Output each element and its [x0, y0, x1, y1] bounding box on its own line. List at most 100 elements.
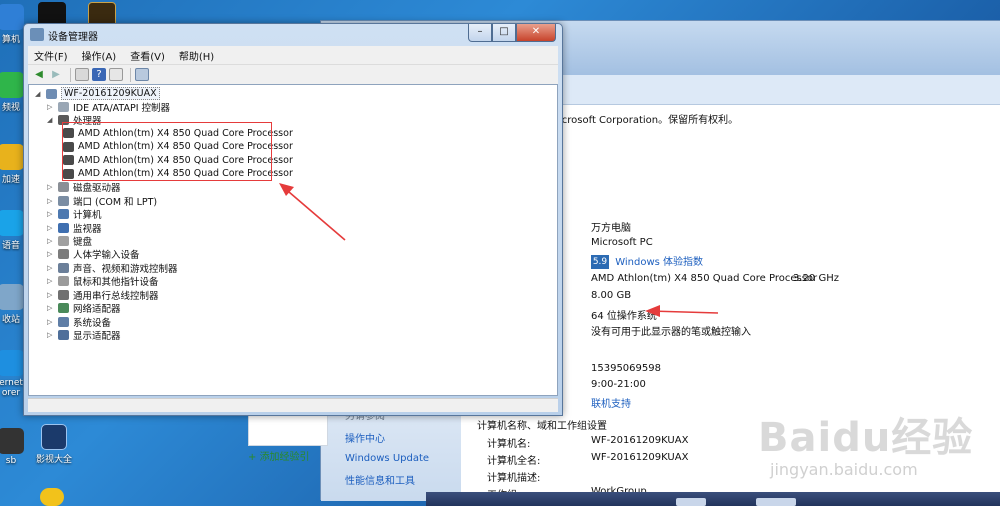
- expand-toggle[interactable]: ▷: [47, 103, 55, 111]
- rating-badge: 5.9: [591, 255, 609, 269]
- desktop-icon-label: 算机: [1, 35, 20, 45]
- tree-category-item[interactable]: ▷ 人体学输入设备: [47, 248, 140, 261]
- back-icon[interactable]: ◀: [32, 68, 46, 81]
- menu-view[interactable]: 查看(V): [130, 48, 165, 63]
- tree-category-item[interactable]: ▷ 计算机: [47, 208, 102, 221]
- app-icon[interactable]: [40, 488, 64, 506]
- computer-name-value: WF-20161209KUAX: [591, 435, 689, 446]
- mouse-icon: [58, 276, 69, 287]
- add-experience-link[interactable]: + 添加经验引: [248, 448, 310, 463]
- device-manager-icon: [30, 28, 44, 41]
- tree-category-item[interactable]: ▷ 监视器: [47, 221, 102, 235]
- tree-item-label: 声音、视频和游戏控制器: [73, 263, 178, 275]
- desktop-icon-label: 加速: [1, 175, 20, 185]
- title-bar[interactable]: 设备管理器 – □ ✕: [24, 24, 562, 46]
- expand-toggle[interactable]: ▷: [47, 304, 55, 312]
- taskbar-button[interactable]: [676, 498, 706, 506]
- desktop-icon[interactable]: sb: [0, 428, 28, 466]
- tree-category-item[interactable]: ▷ 鼠标和其他指针设备: [47, 275, 159, 288]
- tree-root[interactable]: ◢ WF-20161209KUAX: [35, 87, 160, 100]
- minimize-button[interactable]: –: [468, 24, 492, 42]
- tree-item-label: 显示适配器: [73, 331, 121, 343]
- processor-speed: 3.20 GHz: [793, 273, 839, 284]
- experience-index-link[interactable]: Windows 体验指数: [615, 257, 703, 268]
- tree-item-label: 键盘: [73, 237, 93, 248]
- desktop-app-icon: [0, 350, 24, 376]
- expand-toggle[interactable]: ▷: [47, 264, 55, 272]
- expand-toggle[interactable]: ▷: [47, 237, 55, 245]
- action-center-link[interactable]: 操作中心: [345, 430, 437, 445]
- tree-category-item[interactable]: ▷ 端口 (COM 和 LPT): [47, 194, 158, 208]
- window-title: 设备管理器: [48, 32, 98, 43]
- disk-icon: [58, 182, 69, 193]
- desktop-app-icon: [0, 144, 24, 170]
- tree-item-label: 人体学输入设备: [73, 250, 140, 262]
- tree-category-item[interactable]: ▷ 网络适配器: [47, 302, 121, 315]
- network-icon: [58, 303, 69, 314]
- hours-value: 9:00-21:00: [591, 379, 646, 390]
- computer-icon: [58, 209, 69, 220]
- yingshi-desktop-icon[interactable]: 影视大全: [34, 424, 74, 465]
- tree-category-item[interactable]: ▷ 系统设备: [47, 315, 112, 329]
- computer-icon: [46, 88, 57, 99]
- computer-name-label: 计算机名:: [487, 439, 531, 450]
- copyright-text: icrosoft Corporation。保留所有权利。: [559, 115, 739, 126]
- highlight-box: [62, 122, 272, 181]
- description-label: 计算机描述:: [487, 473, 541, 484]
- forward-icon[interactable]: ▶: [49, 68, 63, 81]
- expand-toggle[interactable]: ▷: [47, 250, 55, 258]
- expand-toggle[interactable]: ▷: [47, 197, 55, 205]
- expand-toggle[interactable]: ▷: [47, 183, 55, 191]
- keyboard-icon: [58, 236, 69, 246]
- tree-category-item[interactable]: ▷ 声音、视频和游戏控制器: [47, 261, 178, 275]
- expand-toggle[interactable]: ▷: [47, 224, 55, 232]
- taskbar-button[interactable]: [756, 498, 796, 506]
- tree-category-item[interactable]: ▷ IDE ATA/ATAPI 控制器: [47, 100, 170, 114]
- toolbar-separator: [130, 67, 131, 82]
- properties-icon[interactable]: [75, 68, 89, 81]
- menu-help[interactable]: 帮助(H): [179, 48, 214, 63]
- device-manager-window: 设备管理器 – □ ✕ 文件(F) 操作(A) 查看(V) 帮助(H) ◀ ▶ …: [23, 23, 563, 416]
- watermark-url: jingyan.baidu.com: [770, 460, 918, 479]
- hid-icon: [58, 249, 69, 260]
- system-toolbar: [557, 75, 1000, 105]
- taskbar: [426, 492, 1000, 506]
- expand-toggle[interactable]: ▷: [47, 210, 55, 218]
- windows-update-link[interactable]: Windows Update: [345, 453, 437, 464]
- ide-icon: [58, 101, 69, 112]
- tree-item-label: 端口 (COM 和 LPT): [73, 196, 158, 208]
- close-button[interactable]: ✕: [516, 24, 556, 42]
- display-icon: [58, 330, 69, 341]
- usb-icon: [58, 289, 69, 300]
- scan-icon[interactable]: [135, 68, 149, 81]
- maximize-button[interactable]: □: [492, 24, 516, 42]
- expand-toggle[interactable]: ▷: [47, 318, 55, 326]
- expand-toggle[interactable]: ▷: [47, 291, 55, 299]
- online-support-link[interactable]: 联机支持: [591, 395, 631, 410]
- expand-toggle[interactable]: ▷: [47, 277, 55, 285]
- tree-item-label: 磁盘驱动器: [73, 183, 121, 195]
- tree-item-label: 网络适配器: [73, 304, 121, 316]
- desktop-icon-label: ernet orer: [0, 378, 23, 398]
- menu-file[interactable]: 文件(F): [34, 48, 68, 63]
- desktop-icon-label: sb: [5, 456, 17, 466]
- performance-tools-link[interactable]: 性能信息和工具: [345, 472, 437, 487]
- monitor-icon: [58, 222, 69, 233]
- model-value: Microsoft PC: [591, 237, 653, 248]
- tree-category-item[interactable]: ▷ 显示适配器: [47, 329, 121, 342]
- collapse-toggle[interactable]: ◢: [35, 90, 43, 98]
- menu-action[interactable]: 操作(A): [82, 48, 117, 63]
- collapse-toggle[interactable]: ◢: [47, 116, 55, 124]
- expand-toggle[interactable]: ▷: [47, 331, 55, 339]
- tree-item-label: 系统设备: [73, 317, 112, 329]
- desktop-app-icon: [0, 428, 24, 454]
- film-icon: [41, 424, 67, 450]
- rating-row: 5.9 Windows 体验指数: [591, 253, 703, 269]
- tree-category-item[interactable]: ▷ 通用串行总线控制器: [47, 288, 159, 302]
- status-bar: [28, 398, 558, 412]
- tree-category-item[interactable]: ▷ 键盘: [47, 235, 92, 248]
- monitor-icon[interactable]: [109, 68, 123, 81]
- help-icon[interactable]: ?: [92, 68, 106, 81]
- desktop-app-icon: [0, 4, 24, 30]
- tree-category-item[interactable]: ▷ 磁盘驱动器: [47, 181, 121, 194]
